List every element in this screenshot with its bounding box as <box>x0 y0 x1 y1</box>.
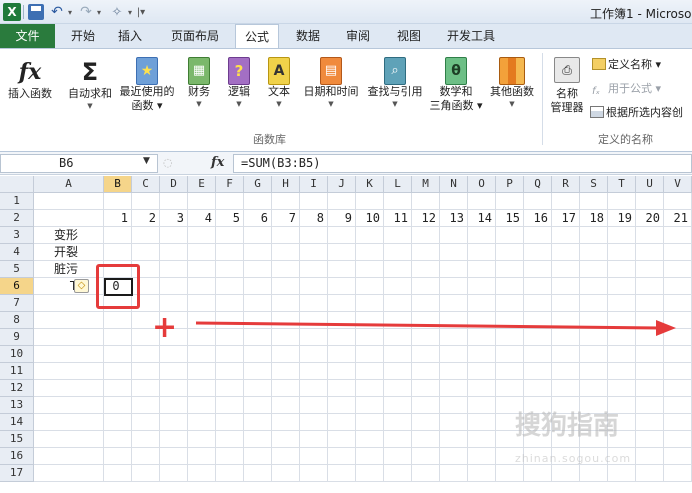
watermark-brand: 搜狗指南 <box>515 411 620 441</box>
arrow-head-icon <box>656 320 676 336</box>
watermark-url: zhinan.sogou.com <box>515 452 632 465</box>
plus-annotation: + <box>152 310 177 345</box>
arrow-line <box>195 321 661 330</box>
